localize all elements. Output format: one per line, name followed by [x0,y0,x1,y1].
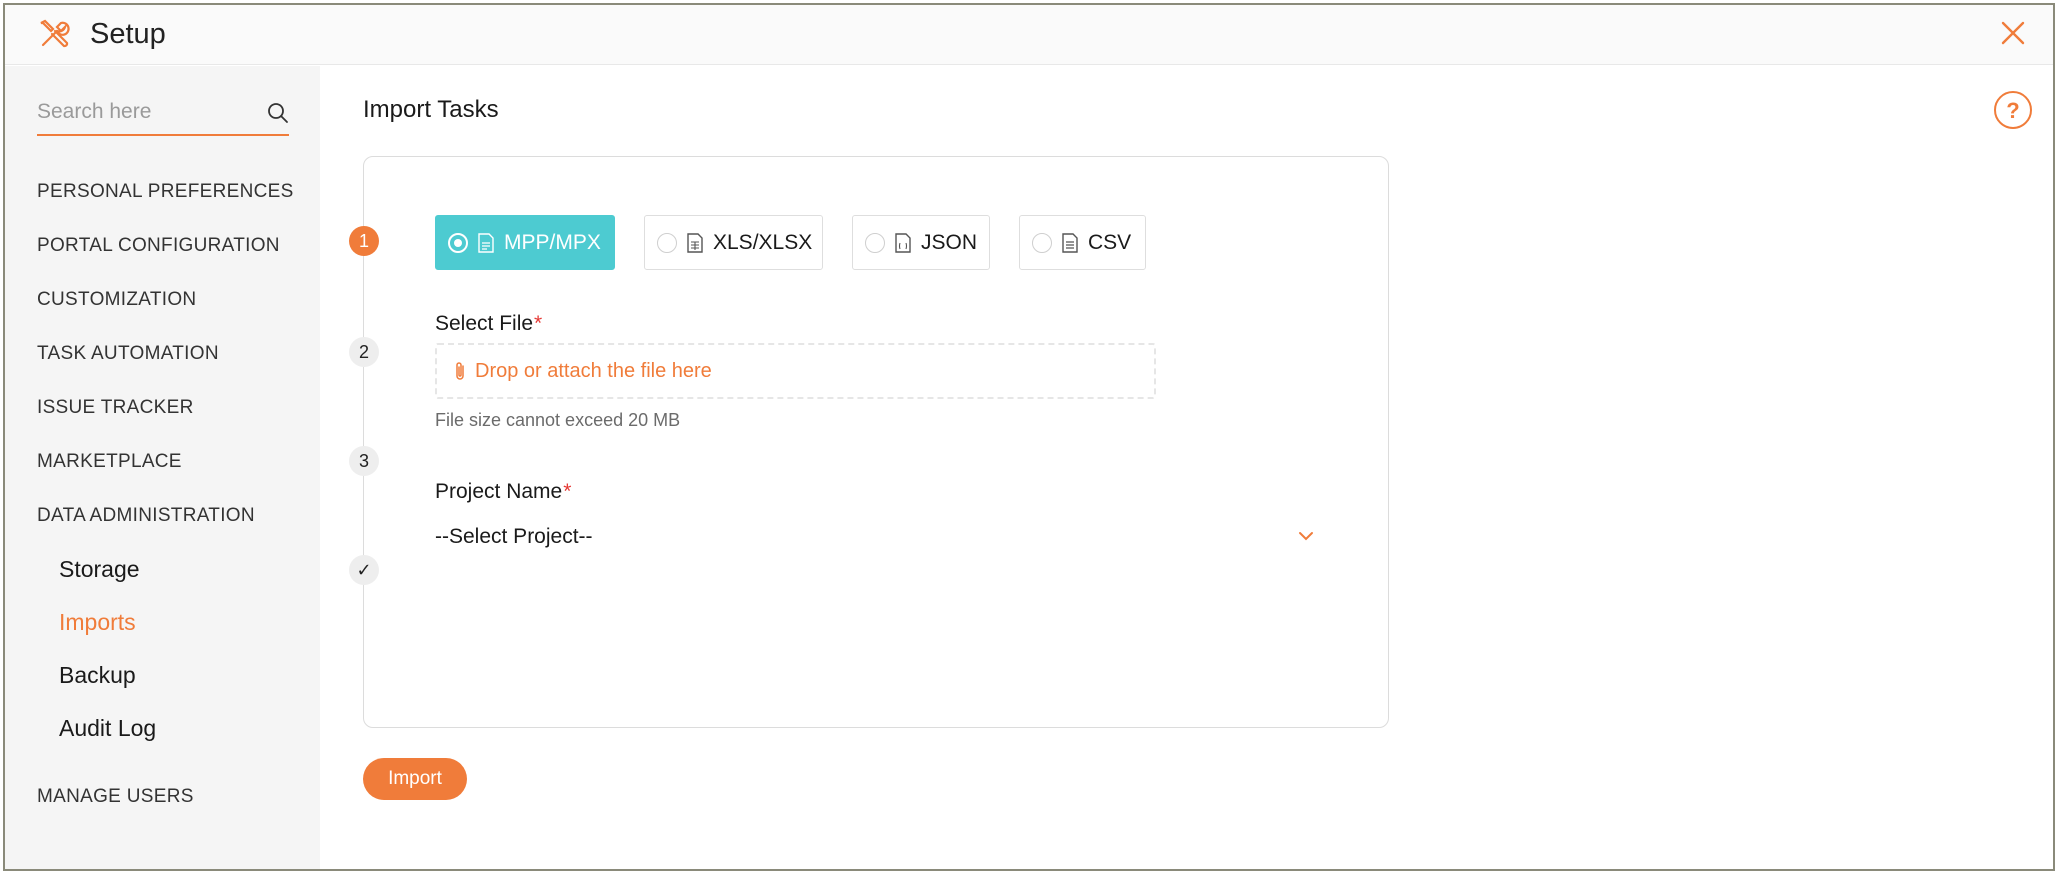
paperclip-icon [456,362,464,380]
main-content: Import Tasks ? 1 2 3 ✓ MPP/MPX XLS/XLSX … [320,66,2053,869]
spreadsheet-icon [687,232,703,253]
page-header-title: Setup [90,18,166,50]
required-asterisk: * [563,480,572,503]
sidebar-search [37,92,289,136]
sidebar-item-manage-users[interactable]: MANAGE USERS [37,786,194,808]
sidebar-item-marketplace[interactable]: MARKETPLACE [37,451,182,473]
required-asterisk: * [534,312,543,335]
import-card: 1 2 3 ✓ MPP/MPX XLS/XLSX JSON CSV Select… [349,156,1389,728]
document-icon [478,232,494,253]
select-file-label: Select File* [435,312,542,336]
import-button[interactable]: Import [363,758,467,800]
dropzone-text: Drop or attach the file here [475,359,712,382]
sidebar-item-portal-configuration[interactable]: PORTAL CONFIGURATION [37,235,280,257]
sidebar-item-data-administration[interactable]: DATA ADMINISTRATION [37,505,255,527]
project-name-text: Project Name [435,480,563,503]
radio-selected[interactable] [448,232,468,253]
select-file-text: Select File [435,312,534,335]
step-1-indicator: 1 [349,226,379,256]
step-2-indicator: 2 [349,337,379,367]
sidebar-item-customization[interactable]: CUSTOMIZATION [37,289,196,311]
project-name-label: Project Name* [435,480,571,504]
sidebar-item-task-automation[interactable]: TASK AUTOMATION [37,343,219,365]
sidebar-subitem-storage[interactable]: Storage [59,556,140,583]
close-icon[interactable] [1999,19,2027,47]
svg-text:?: ? [2006,98,2019,123]
step-3-indicator: 3 [349,446,379,476]
json-file-icon [895,232,911,253]
radio-unselected[interactable] [865,232,885,253]
sidebar-item-personal-preferences[interactable]: PERSONAL PREFERENCES [37,181,294,203]
search-icon[interactable] [267,102,289,124]
tools-icon [40,19,70,48]
radio-unselected[interactable] [1032,232,1052,253]
format-label: CSV [1088,230,1132,254]
page-title: Import Tasks [363,96,499,123]
format-label: JSON [921,230,978,254]
sidebar-item-issue-tracker[interactable]: ISSUE TRACKER [37,397,194,419]
sidebar-subitem-backup[interactable]: Backup [59,662,136,689]
search-input[interactable] [37,92,247,132]
format-option-json[interactable]: JSON [852,215,990,270]
format-label: XLS/XLSX [713,230,813,254]
sidebar-subitem-imports[interactable]: Imports [59,609,136,636]
project-select-value: --Select Project-- [435,525,593,548]
help-icon[interactable]: ? [1993,90,2033,130]
header-bar: Setup [5,5,2053,65]
format-option-csv[interactable]: CSV [1019,215,1146,270]
sidebar: PERSONAL PREFERENCES PORTAL CONFIGURATIO… [5,66,320,869]
format-option-mpp[interactable]: MPP/MPX [435,215,615,270]
radio-unselected[interactable] [657,232,677,253]
setup-window: Setup PERSONAL PREFERENCES PORTAL CONFIG… [3,3,2055,871]
format-label: MPP/MPX [504,230,601,254]
project-select[interactable]: --Select Project-- [435,517,1315,561]
file-dropzone[interactable]: Drop or attach the file here [435,343,1156,399]
step-complete-indicator: ✓ [349,555,379,585]
sidebar-subitem-audit-log[interactable]: Audit Log [59,715,156,742]
chevron-down-icon[interactable] [1297,529,1315,543]
csv-file-icon [1062,232,1078,253]
file-size-hint: File size cannot exceed 20 MB [435,410,681,430]
format-option-xls[interactable]: XLS/XLSX [644,215,823,270]
